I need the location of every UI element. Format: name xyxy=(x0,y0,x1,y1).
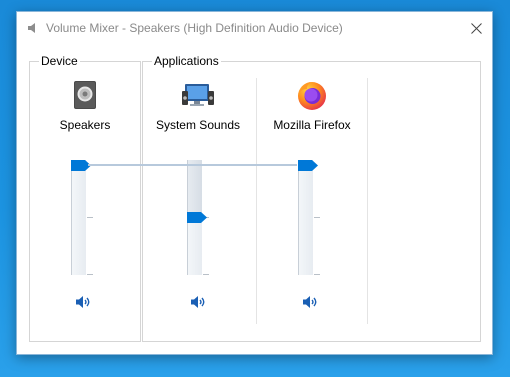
app-name: Mozilla Firefox xyxy=(273,118,351,132)
slider-tick xyxy=(87,274,93,275)
volume-mixer-window: Volume Mixer - Speakers (High Definition… xyxy=(16,11,493,355)
close-icon xyxy=(470,22,482,34)
window-title: Volume Mixer - Speakers (High Definition… xyxy=(46,21,343,35)
device-name: Speakers xyxy=(59,118,111,132)
device-volume-thumb[interactable] xyxy=(71,160,91,171)
firefox-icon[interactable] xyxy=(296,79,328,111)
column-separator xyxy=(367,78,368,324)
speaker-icon xyxy=(28,23,35,33)
master-volume-line xyxy=(88,163,297,166)
firefox-volume-slider[interactable] xyxy=(298,160,320,275)
system-sounds-volume-fill xyxy=(188,217,202,275)
device-volume-fill xyxy=(72,160,86,275)
firefox-volume-thumb[interactable] xyxy=(298,160,318,171)
device-mute-button[interactable] xyxy=(75,294,93,310)
slider-tick xyxy=(87,217,93,218)
device-group: Device Speakers xyxy=(29,54,141,342)
slider-tick xyxy=(203,274,209,275)
device-volume-slider[interactable] xyxy=(71,160,93,275)
applications-group: Applications System Sounds Mozilla Firef… xyxy=(142,54,481,342)
slider-tick xyxy=(314,274,320,275)
system-sounds-mute-button[interactable] xyxy=(190,294,208,310)
firefox-mute-button[interactable] xyxy=(302,294,320,310)
title-bar: Volume Mixer - Speakers (High Definition… xyxy=(17,12,492,44)
app-name: System Sounds xyxy=(155,118,241,132)
system-sounds-volume-thumb[interactable] xyxy=(187,212,207,223)
app-channel-firefox: Mozilla Firefox xyxy=(257,62,367,341)
app-channel-system-sounds: System Sounds xyxy=(143,62,253,341)
speaker-device-icon[interactable] xyxy=(69,79,101,111)
slider-tick xyxy=(314,217,320,218)
device-channel: Speakers xyxy=(30,62,140,341)
system-sounds-icon[interactable] xyxy=(182,79,214,111)
firefox-volume-fill xyxy=(299,160,313,275)
close-button[interactable] xyxy=(460,12,492,44)
